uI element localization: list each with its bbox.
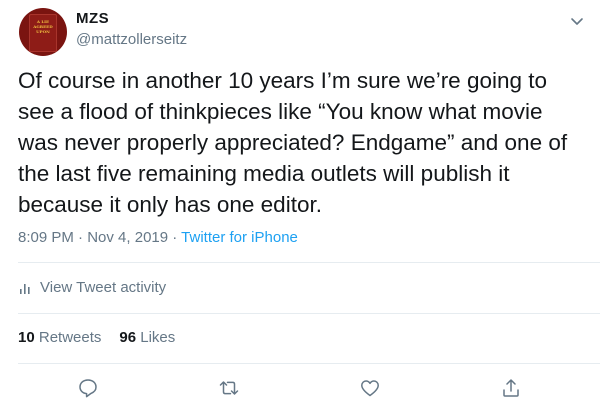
retweets-count: 10 [18, 329, 35, 346]
user-handle[interactable]: @mattzollerseitz [76, 31, 187, 48]
display-name[interactable]: MZS [76, 10, 109, 27]
avatar-cover-text: A LIE AGREED UPON [33, 19, 53, 34]
tweet-source-link[interactable]: Twitter for iPhone [181, 229, 298, 246]
share-icon[interactable] [500, 377, 522, 399]
tweet-card: A LIE AGREED UPON MZS @mattzollerseitz O… [0, 0, 600, 408]
book-cover-image: A LIE AGREED UPON [29, 14, 57, 52]
retweet-icon[interactable] [218, 377, 240, 399]
divider [18, 313, 600, 314]
like-icon[interactable] [359, 377, 381, 399]
divider [18, 262, 600, 263]
tweet-date[interactable]: Nov 4, 2019 [87, 229, 168, 246]
chevron-down-icon[interactable] [568, 12, 586, 30]
tweet-text: Of course in another 10 years I’m sure w… [18, 68, 568, 217]
retweets-stat[interactable]: 10 Retweets [18, 329, 101, 346]
view-activity-label: View Tweet activity [40, 279, 167, 296]
likes-count: 96 [119, 329, 137, 346]
meta-separator: · [168, 229, 182, 246]
reply-icon[interactable] [77, 377, 99, 399]
bar-chart-icon [20, 283, 30, 294]
tweet-meta: 8:09 PM · Nov 4, 2019 · Twitter for iPho… [18, 229, 298, 246]
tweet-stats: 10 Retweets 96 Likes [18, 329, 175, 346]
view-activity-link[interactable]: View Tweet activity [18, 279, 166, 296]
divider [18, 363, 600, 364]
retweets-label: Retweets [38, 329, 102, 346]
meta-separator: · [73, 229, 88, 246]
likes-stat[interactable]: 96 Likes [119, 329, 175, 346]
tweet-time[interactable]: 8:09 PM [18, 229, 74, 246]
avatar[interactable]: A LIE AGREED UPON [19, 8, 67, 56]
likes-label: Likes [140, 329, 176, 346]
